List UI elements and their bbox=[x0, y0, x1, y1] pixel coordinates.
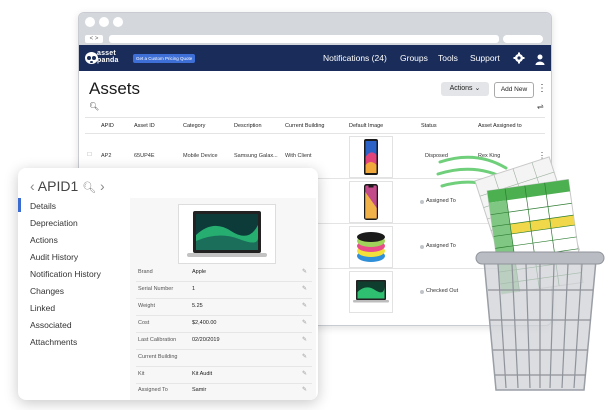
row-checkbox[interactable]: ☐ bbox=[87, 152, 92, 158]
field-value-last-calibration: 02/20/2019 bbox=[192, 337, 220, 343]
menu-associated[interactable]: Associated bbox=[30, 320, 72, 330]
window-maximize-dot[interactable] bbox=[113, 17, 123, 27]
field-label-assigned-to: Assigned To bbox=[138, 387, 168, 393]
nav-groups[interactable]: Groups bbox=[400, 53, 428, 63]
menu-audit-history[interactable]: Audit History bbox=[30, 252, 78, 262]
logo-wordmark: asset panda bbox=[97, 50, 119, 64]
trash-bin-body bbox=[475, 251, 605, 391]
page-title: Assets bbox=[89, 79, 141, 98]
edit-pencil-icon[interactable]: ✎ bbox=[302, 353, 307, 360]
field-divider bbox=[136, 383, 312, 384]
menu-attachments[interactable]: Attachments bbox=[30, 337, 77, 347]
field-label-weight: Weight bbox=[138, 303, 156, 309]
actions-dropdown[interactable]: Actions ⌄ bbox=[441, 82, 489, 96]
window-minimize-dot[interactable] bbox=[99, 17, 109, 27]
column-header-default-image[interactable]: Default Image bbox=[349, 123, 383, 129]
column-header-description[interactable]: Description bbox=[234, 123, 262, 129]
column-header-asset-id[interactable]: Asset ID bbox=[134, 123, 155, 129]
browser-nav-arrows[interactable]: < > bbox=[85, 35, 103, 43]
field-label-kit: Kit bbox=[138, 371, 145, 377]
edit-pencil-icon[interactable]: ✎ bbox=[302, 319, 307, 326]
field-label-brand: Brand bbox=[138, 269, 153, 275]
field-value-cost: $2,400.00 bbox=[192, 320, 217, 326]
app-header: asset panda Get a Custom Pricing Quote N… bbox=[79, 45, 551, 71]
browser-chrome: < > bbox=[79, 13, 551, 45]
phone-thumbnail[interactable] bbox=[349, 136, 393, 178]
chevron-down-icon: ⌄ bbox=[474, 85, 481, 92]
nav-tools[interactable]: Tools bbox=[438, 53, 458, 63]
menu-changes[interactable]: Changes bbox=[30, 286, 64, 296]
edit-pencil-icon[interactable]: ✎ bbox=[302, 370, 307, 377]
column-header-assigned-to[interactable]: Asset Assigned to bbox=[478, 123, 522, 129]
field-divider bbox=[136, 366, 312, 367]
menu-depreciation[interactable]: Depreciation bbox=[30, 218, 78, 228]
field-label-last-calibration: Last Calibration bbox=[138, 337, 177, 343]
status-indicator bbox=[420, 245, 424, 249]
active-tab-indicator bbox=[18, 198, 21, 212]
field-divider bbox=[136, 332, 312, 333]
column-header-current-building[interactable]: Current Building bbox=[285, 123, 324, 129]
edit-pencil-icon[interactable]: ✎ bbox=[302, 336, 307, 343]
browser-extension-pill[interactable] bbox=[503, 35, 543, 43]
field-label-serial: Serial Number bbox=[138, 286, 174, 292]
cell-building: With Client bbox=[285, 153, 312, 159]
field-value-brand: Apple bbox=[192, 269, 207, 275]
nav-support[interactable]: Support bbox=[470, 53, 500, 63]
cup-stack-thumbnail[interactable] bbox=[349, 226, 393, 268]
search-icon[interactable]: 🔍︎ bbox=[82, 182, 96, 194]
field-divider bbox=[136, 281, 312, 282]
add-new-button[interactable]: Add New bbox=[494, 82, 534, 98]
field-label-current-building: Current Building bbox=[138, 354, 178, 360]
edit-pencil-icon[interactable]: ✎ bbox=[302, 302, 307, 309]
cell-apid: AP2 bbox=[101, 153, 112, 159]
field-value-serial: 1 bbox=[192, 286, 196, 292]
edit-pencil-icon[interactable]: ✎ bbox=[302, 386, 307, 393]
field-divider bbox=[136, 298, 312, 299]
status-indicator bbox=[420, 200, 424, 204]
cell-category: Mobile Device bbox=[183, 153, 218, 159]
window-close-dot[interactable] bbox=[85, 17, 95, 27]
field-value-kit: Kit Audit bbox=[192, 371, 213, 377]
cell-description: Samsung Galax... bbox=[234, 153, 278, 159]
filter-icon[interactable]: ⇌ bbox=[537, 102, 544, 111]
edit-pencil-icon[interactable]: ✎ bbox=[302, 285, 307, 292]
edit-pencil-icon[interactable]: ✎ bbox=[302, 268, 307, 275]
trash-bin-illustration bbox=[436, 140, 608, 398]
field-divider bbox=[136, 315, 312, 316]
menu-notification-history[interactable]: Notification History bbox=[30, 269, 101, 279]
user-icon[interactable] bbox=[535, 52, 545, 70]
menu-actions[interactable]: Actions bbox=[30, 235, 58, 245]
column-header-category[interactable]: Category bbox=[183, 123, 205, 129]
field-value-weight: 5.25 bbox=[192, 303, 203, 309]
more-options-icon[interactable]: ⋮ bbox=[537, 83, 547, 94]
chevron-left-icon[interactable]: ‹ bbox=[30, 178, 35, 194]
pricing-quote-button[interactable]: Get a Custom Pricing Quote bbox=[133, 54, 196, 63]
asset-image[interactable] bbox=[178, 204, 276, 264]
status-indicator bbox=[420, 290, 424, 294]
menu-linked[interactable]: Linked bbox=[30, 303, 55, 313]
field-value-assigned-to: Samir bbox=[192, 387, 207, 393]
cell-asset-id: 65UP4E bbox=[134, 153, 155, 159]
column-header-apid[interactable]: APID bbox=[101, 123, 114, 129]
detail-header: ‹ APID1 🔍︎ › bbox=[30, 178, 105, 194]
gear-icon[interactable] bbox=[513, 51, 525, 69]
chevron-right-icon[interactable]: › bbox=[100, 178, 105, 194]
table-top-divider bbox=[85, 117, 545, 118]
nav-notifications[interactable]: Notifications (24) bbox=[323, 53, 387, 63]
field-label-cost: Cost bbox=[138, 320, 150, 326]
address-bar[interactable] bbox=[109, 35, 499, 43]
field-divider bbox=[136, 349, 312, 350]
asset-detail-panel: ‹ APID1 🔍︎ › Details Depreciation Action… bbox=[18, 168, 318, 400]
column-header-status[interactable]: Status bbox=[421, 123, 437, 129]
detail-title: APID1 bbox=[37, 178, 79, 194]
menu-details[interactable]: Details bbox=[30, 201, 56, 211]
search-icon[interactable]: 🔍︎ bbox=[89, 102, 99, 111]
laptop-thumbnail[interactable] bbox=[349, 271, 393, 313]
phone-thumbnail[interactable] bbox=[349, 181, 393, 223]
